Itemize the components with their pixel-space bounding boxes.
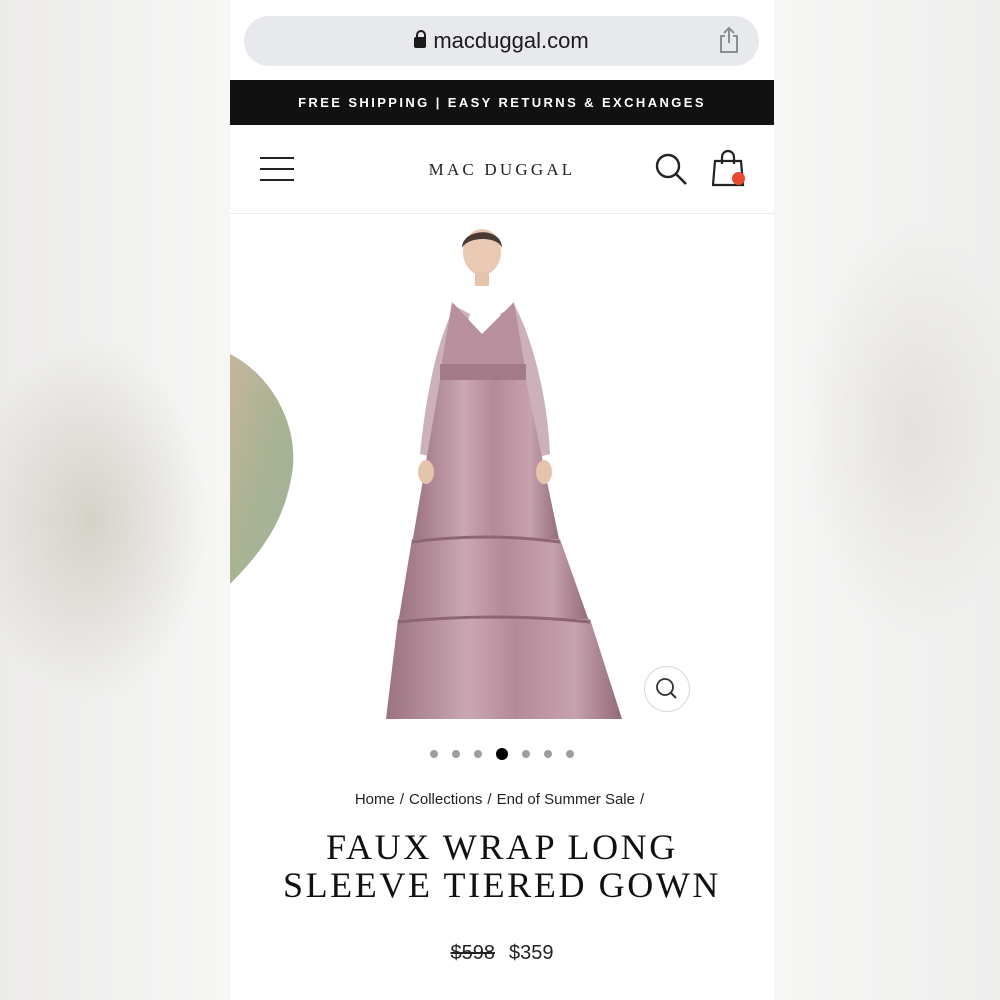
url-text: macduggal.com bbox=[433, 28, 589, 53]
breadcrumb-end-of-summer-sale[interactable]: End of Summer Sale bbox=[497, 791, 635, 808]
search-icon[interactable] bbox=[654, 152, 690, 188]
pagination-dot[interactable] bbox=[452, 750, 460, 758]
magnifier-icon bbox=[656, 678, 677, 699]
zoom-button[interactable] bbox=[644, 666, 690, 712]
breadcrumb: Home / Collections / End of Summer Sale / bbox=[230, 791, 774, 808]
brand-logo[interactable]: MAC DUGGAL bbox=[230, 160, 774, 180]
breadcrumb-home[interactable]: Home bbox=[355, 791, 395, 808]
gallery-pagination bbox=[230, 748, 774, 760]
phone-screen: macduggal.com FREE SHIPPING | EASY RETUR… bbox=[230, 0, 774, 1000]
product-title-line-1: FAUX WRAP LONG bbox=[326, 827, 678, 867]
pagination-dot[interactable] bbox=[566, 750, 574, 758]
share-icon[interactable] bbox=[717, 26, 741, 54]
browser-url-bar[interactable]: macduggal.com bbox=[244, 16, 759, 66]
original-price: $598 bbox=[450, 942, 496, 964]
breadcrumb-separator: / bbox=[399, 791, 405, 808]
sale-price: $359 bbox=[509, 942, 554, 964]
lock-icon bbox=[414, 30, 427, 48]
promo-banner: FREE SHIPPING | EASY RETURNS & EXCHANGES bbox=[230, 80, 774, 125]
site-header: MAC DUGGAL bbox=[230, 125, 774, 214]
pagination-dot[interactable] bbox=[474, 750, 482, 758]
price-block: $598 $359 bbox=[230, 942, 774, 965]
breadcrumb-separator: / bbox=[487, 791, 492, 808]
pagination-dot[interactable] bbox=[522, 750, 530, 758]
url-display[interactable]: macduggal.com bbox=[244, 28, 759, 54]
product-gallery[interactable] bbox=[230, 214, 774, 734]
product-image bbox=[230, 229, 622, 719]
pagination-dot[interactable] bbox=[544, 750, 552, 758]
breadcrumb-separator: / bbox=[639, 791, 645, 808]
promo-text: FREE SHIPPING | EASY RETURNS & EXCHANGES bbox=[298, 95, 706, 110]
breadcrumb-collections[interactable]: Collections bbox=[409, 791, 482, 808]
pagination-dot[interactable] bbox=[430, 750, 438, 758]
previous-slide-peek bbox=[230, 354, 294, 584]
cart-badge bbox=[732, 172, 745, 185]
product-title: FAUX WRAP LONG SLEEVE TIERED GOWN bbox=[250, 828, 754, 904]
product-title-line-2: SLEEVE TIERED GOWN bbox=[282, 865, 722, 905]
pagination-dot-active[interactable] bbox=[496, 748, 508, 760]
